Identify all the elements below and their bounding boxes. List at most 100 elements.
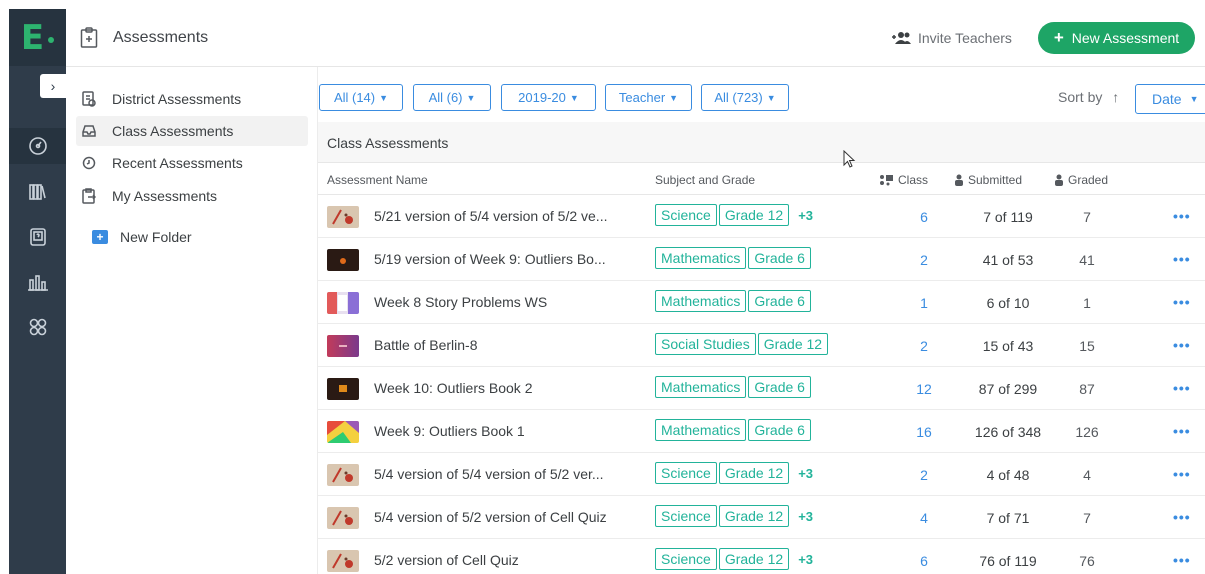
assessment-thumbnail (327, 464, 359, 486)
more-options-icon[interactable]: ••• (1173, 380, 1191, 396)
rail-reports-button[interactable] (9, 264, 66, 300)
add-folder-icon: + (92, 230, 108, 244)
mouse-cursor-icon (843, 150, 856, 168)
new-assessment-label: New Assessment (1071, 30, 1180, 46)
submitted-count: 7 of 71 (986, 510, 1030, 526)
class-count[interactable]: 1 (908, 295, 940, 311)
filter-label: Teacher (618, 90, 666, 105)
filter-all-subjects[interactable]: All (6) ▼ (413, 84, 491, 111)
assessment-name[interactable]: 5/4 version of 5/4 version of 5/2 ver... (374, 466, 604, 482)
caret-down-icon: ▼ (466, 92, 476, 103)
class-icon (880, 175, 893, 186)
rail-questions-button[interactable] (9, 219, 66, 255)
caret-down-icon: ▼ (766, 92, 776, 103)
graded-count: 126 (1075, 424, 1099, 440)
table-row[interactable]: 5/2 version of Cell Quiz Science Grade 12 +… (318, 539, 1205, 574)
class-count[interactable]: 2 (908, 252, 940, 268)
class-count[interactable]: 16 (908, 424, 940, 440)
assessment-name[interactable]: 5/21 version of 5/4 version of 5/2 ve... (374, 208, 607, 224)
more-options-icon[interactable]: ••• (1173, 423, 1191, 439)
new-assessment-button[interactable]: + New Assessment (1038, 22, 1195, 54)
assessment-name[interactable]: 5/2 version of Cell Quiz (374, 552, 519, 568)
table-row[interactable]: 5/19 version of Week 9: Outliers Bo... Ma… (318, 238, 1205, 281)
table-row[interactable]: 5/4 version of 5/2 version of Cell Quiz S… (318, 496, 1205, 539)
subject-grade-tags: Mathematics Grade 6 (655, 290, 811, 312)
class-count[interactable]: 6 (908, 209, 940, 225)
more-options-icon[interactable]: ••• (1173, 337, 1191, 353)
more-tags-badge[interactable]: +3 (798, 552, 813, 567)
sidebar-item-my[interactable]: My Assessments (76, 181, 308, 211)
caret-down-icon: ▼ (669, 92, 679, 103)
sort-value: Date (1152, 91, 1182, 107)
more-tags-badge[interactable]: +3 (798, 208, 813, 223)
filter-year[interactable]: 2019-20 ▼ (501, 84, 596, 111)
rail-dashboard-button[interactable] (9, 128, 66, 164)
header-graded[interactable]: Graded (1054, 173, 1108, 187)
header-class[interactable]: Class (878, 173, 928, 187)
table-row[interactable]: Week 9: Outliers Book 1 Mathematics Grade … (318, 410, 1205, 453)
sort-by-label: Sort by (1058, 89, 1103, 105)
assessment-name[interactable]: Battle of Berlin-8 (374, 337, 478, 353)
sidebar-item-class[interactable]: Class Assessments (76, 116, 308, 146)
grade-tag: Grade 12 (757, 333, 829, 355)
sidebar-item-district[interactable]: District Assessments (76, 84, 308, 114)
table-row[interactable]: Week 10: Outliers Book 2 Mathematics Grade… (318, 367, 1205, 410)
district-icon (82, 91, 96, 107)
class-count[interactable]: 2 (908, 338, 940, 354)
table-row[interactable]: 5/21 version of 5/4 version of 5/2 ve...… (318, 195, 1205, 238)
app-logo[interactable]: E (9, 9, 66, 66)
header-name[interactable]: Assessment Name (327, 173, 428, 187)
more-options-icon[interactable]: ••• (1173, 466, 1191, 482)
submitted-count: 15 of 43 (982, 338, 1034, 354)
question-card-icon (29, 228, 46, 246)
class-count[interactable]: 2 (908, 467, 940, 483)
rail-apps-button[interactable] (9, 309, 66, 345)
class-count[interactable]: 12 (908, 381, 940, 397)
header-submitted-label: Submitted (968, 173, 1023, 187)
more-options-icon[interactable]: ••• (1173, 294, 1191, 310)
header-graded-label: Graded (1068, 173, 1109, 187)
assessment-name[interactable]: Week 9: Outliers Book 1 (374, 423, 525, 439)
sidebar-item-label: Recent Assessments (112, 155, 243, 171)
logo-letter: E (20, 17, 45, 58)
sidebar-item-recent[interactable]: Recent Assessments (76, 148, 308, 178)
more-options-icon[interactable]: ••• (1173, 552, 1191, 568)
assessment-name[interactable]: 5/19 version of Week 9: Outliers Bo... (374, 251, 606, 267)
header-submitted[interactable]: Submitted (954, 173, 1022, 187)
more-options-icon[interactable]: ••• (1173, 208, 1191, 224)
sort-by-button[interactable]: Sort by ↑ (1058, 89, 1119, 105)
assessment-name[interactable]: Week 10: Outliers Book 2 (374, 380, 532, 396)
expand-sidebar-button[interactable]: › (40, 74, 66, 98)
table-row[interactable]: Battle of Berlin-8 Social Studies Grade 12… (318, 324, 1205, 367)
filter-all-assessments[interactable]: All (723) ▼ (701, 84, 789, 111)
table-row[interactable]: 5/4 version of 5/4 version of 5/2 ver...… (318, 453, 1205, 496)
grade-tag: Grade 12 (718, 204, 790, 226)
add-users-icon (892, 32, 911, 44)
more-tags-badge[interactable]: +3 (798, 466, 813, 481)
assessment-name[interactable]: 5/4 version of 5/2 version of Cell Quiz (374, 509, 607, 525)
more-options-icon[interactable]: ••• (1173, 251, 1191, 267)
table-row[interactable]: Week 8 Story Problems WS Mathematics Grade… (318, 281, 1205, 324)
sidebar-item-label: Class Assessments (112, 123, 234, 139)
new-folder-button[interactable]: + New Folder (92, 229, 192, 245)
subject-tag: Science (655, 548, 717, 570)
filter-teacher[interactable]: Teacher ▼ (605, 84, 692, 111)
class-count[interactable]: 6 (908, 553, 940, 569)
subject-tag: Science (655, 204, 717, 226)
more-options-icon[interactable]: ••• (1173, 509, 1191, 525)
more-tags-badge[interactable]: +3 (798, 509, 813, 524)
sort-select[interactable]: Date ▼ (1135, 84, 1205, 114)
page-title: Assessments (113, 29, 209, 46)
sidebar-item-label: My Assessments (112, 188, 218, 204)
submitted-count: 7 of 119 (983, 209, 1033, 225)
filter-all-classes[interactable]: All (14) ▼ (319, 84, 403, 111)
header-subject[interactable]: Subject and Grade (655, 173, 755, 187)
invite-teachers-button[interactable]: Invite Teachers (892, 30, 1012, 46)
class-count[interactable]: 4 (908, 510, 940, 526)
subject-tag: Social Studies (655, 333, 756, 355)
assessment-name[interactable]: Week 8 Story Problems WS (374, 294, 547, 310)
subject-grade-tags: Science Grade 12 +3 (655, 462, 813, 484)
submitted-count: 126 of 348 (974, 424, 1042, 440)
rail-library-button[interactable] (9, 174, 66, 210)
assessment-thumbnail (327, 292, 359, 314)
